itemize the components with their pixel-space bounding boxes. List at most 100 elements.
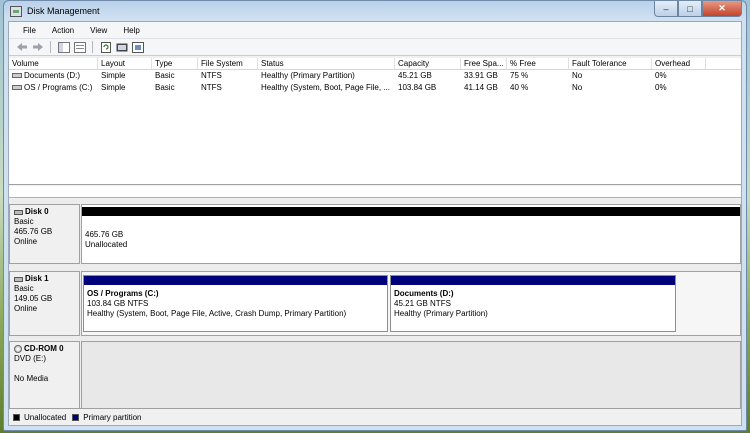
fault-tolerance-cell: No (572, 83, 583, 92)
volume-drive-icon (12, 85, 22, 91)
partition-c[interactable]: OS / Programs (C:) 103.84 GB NTFS Health… (83, 275, 388, 332)
disk-0-info[interactable]: Disk 0 Basic 465.76 GB Online (9, 204, 80, 264)
legend-unallocated: Unallocated (13, 413, 66, 422)
cdrom-0-area (81, 341, 741, 410)
partition-d[interactable]: Documents (D:) 45.21 GB NTFS Healthy (Pr… (390, 275, 676, 332)
volume-name: OS / Programs (C:) (24, 83, 93, 92)
graphical-disk-view: Disk 0 Basic 465.76 GB Online 465.76 GB … (9, 199, 741, 410)
unallocated-color-bar (82, 207, 740, 216)
refresh-icon[interactable] (99, 41, 112, 53)
unallocated-label: Unallocated (85, 240, 128, 249)
cdrom-0-name-line: CD-ROM 0 (14, 344, 75, 354)
menu-file[interactable]: File (15, 24, 44, 37)
column-free-space[interactable]: Free Spa... (461, 58, 507, 69)
disk-1-name: Disk 1 (25, 274, 49, 283)
menu-action[interactable]: Action (44, 24, 82, 37)
column-percent-free[interactable]: % Free (507, 58, 569, 69)
toolbar (9, 39, 741, 56)
free-space-cell: 33.91 GB (464, 71, 498, 80)
table-row[interactable]: Documents (D:) Simple Basic NTFS Healthy… (9, 70, 741, 82)
percent-free-cell: 75 % (510, 71, 529, 80)
unallocated-swatch (13, 413, 20, 421)
legend-primary-label: Primary partition (83, 412, 142, 422)
toolbar-separator (92, 41, 93, 53)
primary-swatch (72, 413, 80, 421)
disk-1-info[interactable]: Disk 1 Basic 149.05 GB Online (9, 271, 80, 336)
menu-view[interactable]: View (82, 24, 115, 37)
column-file-system[interactable]: File System (198, 58, 258, 69)
forward-arrow-icon[interactable] (31, 41, 44, 53)
partition-d-status: Healthy (Primary Partition) (394, 309, 488, 318)
column-type[interactable]: Type (152, 58, 198, 69)
partition-d-title: Documents (D:) (394, 289, 454, 298)
column-overhead[interactable]: Overhead (652, 58, 706, 69)
cdrom-0-row[interactable]: CD-ROM 0 DVD (E:) No Media (9, 341, 741, 410)
toolbar-separator (50, 41, 51, 53)
back-arrow-icon[interactable] (15, 41, 28, 53)
column-volume[interactable]: Volume (9, 58, 98, 69)
disk-1-name-line: Disk 1 (14, 274, 75, 284)
minimize-button[interactable]: – (654, 1, 678, 17)
disk-0-size: 465.76 GB (14, 227, 53, 236)
volume-name: Documents (D:) (24, 71, 81, 80)
disk-0-state: Online (14, 237, 38, 246)
file-system-cell: NTFS (201, 71, 222, 80)
partition-c-title: OS / Programs (C:) (87, 289, 159, 298)
volume-list-header: Volume Layout Type File System Status Ca… (9, 58, 741, 70)
menu-help[interactable]: Help (115, 24, 147, 37)
cdrom-0-name: CD-ROM 0 (24, 344, 64, 353)
column-status[interactable]: Status (258, 58, 395, 69)
disk-1-type: Basic (14, 284, 34, 293)
primary-partition-color-bar (84, 276, 387, 285)
properties-icon[interactable] (73, 41, 86, 53)
disk-0-partitions: 465.76 GB Unallocated (81, 204, 741, 264)
disk-0-row[interactable]: Disk 0 Basic 465.76 GB Online 465.76 GB … (9, 204, 741, 264)
pane-splitter[interactable] (9, 186, 741, 198)
column-capacity[interactable]: Capacity (395, 58, 461, 69)
legend-primary: Primary partition (72, 412, 142, 422)
partition-c-size: 103.84 GB NTFS (87, 299, 149, 308)
capacity-cell: 45.21 GB (398, 71, 432, 80)
disk-0-name: Disk 0 (25, 207, 49, 216)
type-cell: Basic (155, 83, 175, 92)
volume-name-cell: OS / Programs (C:) (9, 82, 98, 94)
table-row[interactable]: OS / Programs (C:) Simple Basic NTFS Hea… (9, 82, 741, 94)
overhead-cell: 0% (655, 83, 667, 92)
window-title: Disk Management (27, 6, 100, 16)
close-button[interactable]: ✕ (702, 1, 742, 17)
fault-tolerance-cell: No (572, 71, 583, 80)
maximize-button[interactable]: □ (678, 1, 702, 17)
free-space-cell: 41.14 GB (464, 83, 498, 92)
partition-d-size: 45.21 GB NTFS (394, 299, 451, 308)
disk-icon (14, 276, 23, 282)
disk-1-row[interactable]: Disk 1 Basic 149.05 GB Online OS / Progr… (9, 271, 741, 336)
disk-1-state: Online (14, 304, 38, 313)
legend-bar: Unallocated Primary partition (9, 408, 741, 425)
column-layout[interactable]: Layout (98, 58, 152, 69)
status-cell: Healthy (System, Boot, Page File, ... (261, 83, 390, 92)
disk-management-app-icon (10, 5, 22, 17)
volume-name-cell: Documents (D:) (9, 70, 98, 82)
cdrom-0-info[interactable]: CD-ROM 0 DVD (E:) No Media (9, 341, 80, 410)
cdrom-0-media: No Media (14, 374, 49, 383)
help-icon[interactable] (115, 41, 128, 53)
unallocated-region[interactable]: 465.76 GB Unallocated (82, 207, 740, 261)
layout-cell: Simple (101, 71, 126, 80)
disk-management-window: Disk Management – □ ✕ File Action View H… (3, 0, 747, 431)
disk-1-size: 149.05 GB (14, 294, 53, 303)
volume-list[interactable]: Volume Layout Type File System Status Ca… (9, 58, 741, 185)
show-hide-console-tree-icon[interactable] (57, 41, 70, 53)
column-fault-tolerance[interactable]: Fault Tolerance (569, 58, 652, 69)
client-area: File Action View Help Volume Layout Type… (8, 21, 742, 426)
disk-0-name-line: Disk 0 (14, 207, 75, 217)
status-cell: Healthy (Primary Partition) (261, 71, 355, 80)
action-pane-icon[interactable] (131, 41, 144, 53)
percent-free-cell: 40 % (510, 83, 529, 92)
disk-1-partitions: OS / Programs (C:) 103.84 GB NTFS Health… (81, 271, 741, 336)
title-bar[interactable]: Disk Management – □ ✕ (4, 1, 746, 21)
overhead-cell: 0% (655, 71, 667, 80)
type-cell: Basic (155, 71, 175, 80)
disk-icon (14, 209, 23, 215)
partition-c-status: Healthy (System, Boot, Page File, Active… (87, 309, 347, 318)
